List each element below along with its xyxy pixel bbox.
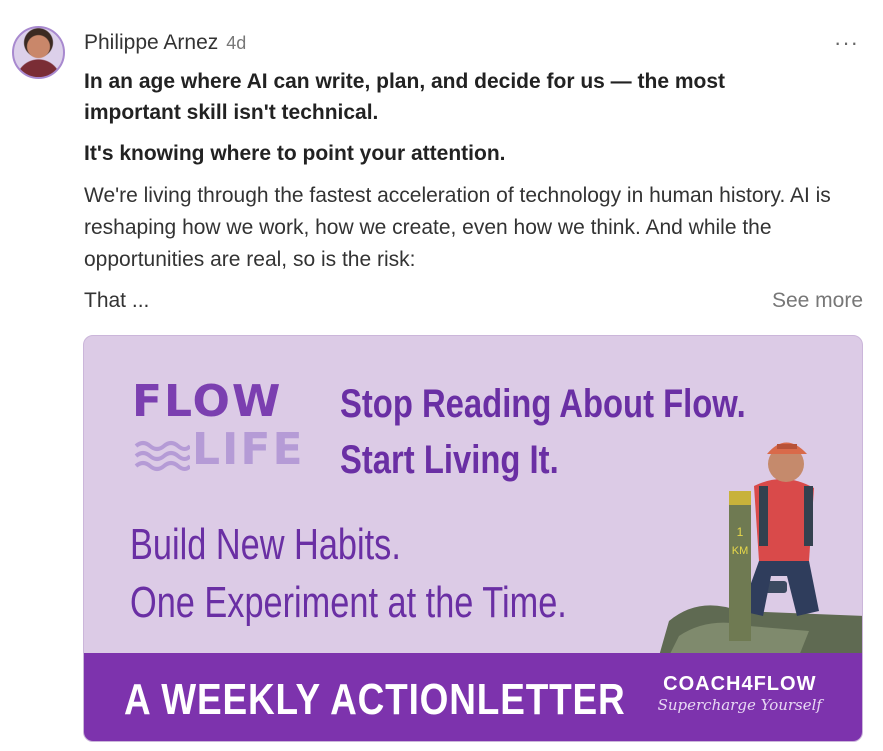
- post-header: Philippe Arnez 4d: [84, 31, 246, 55]
- author-name[interactable]: Philippe Arnez: [84, 31, 218, 54]
- marker-number: 1: [737, 525, 744, 539]
- logo-life: LIFE: [192, 424, 305, 475]
- brand-slogan: Supercharge Yourself: [657, 696, 822, 714]
- coach4flow-logo: COACH4FLOW Supercharge Yourself: [658, 673, 822, 714]
- brand-name: COACH4FLOW: [663, 673, 817, 695]
- post-time: 4d: [226, 33, 247, 53]
- tagline-line1: Stop Reading About Flow.: [340, 382, 746, 426]
- hiker-photo: 1 KM: [659, 442, 862, 656]
- more-options-icon[interactable]: ···: [834, 30, 859, 56]
- banner-footer: A WEEKLY ACTIONLETTER COACH4FLOW Superch…: [84, 653, 862, 741]
- post-subhead: It's knowing where to point your attenti…: [84, 142, 506, 165]
- post-headline: In an age where AI can write, plan, and …: [84, 70, 726, 124]
- waves-icon: [134, 441, 190, 471]
- habits-line1: Build New Habits.: [130, 520, 401, 569]
- banner-habits: Build New Habits. One Experiment at the …: [130, 516, 567, 632]
- post-body: We're living through the fastest acceler…: [84, 184, 831, 271]
- habits-line2: One Experiment at the Time.: [130, 578, 567, 627]
- see-more-link[interactable]: See more: [772, 289, 863, 313]
- logo-flow: FLOW: [132, 376, 283, 427]
- footer-title: A WEEKLY ACTIONLETTER: [124, 675, 626, 724]
- marker-unit: KM: [732, 545, 749, 557]
- post-teaser: That ...: [84, 289, 150, 312]
- post-image-banner[interactable]: FLOW LIFE Stop Reading About Flow. Start…: [83, 335, 863, 742]
- author-avatar[interactable]: [12, 26, 65, 79]
